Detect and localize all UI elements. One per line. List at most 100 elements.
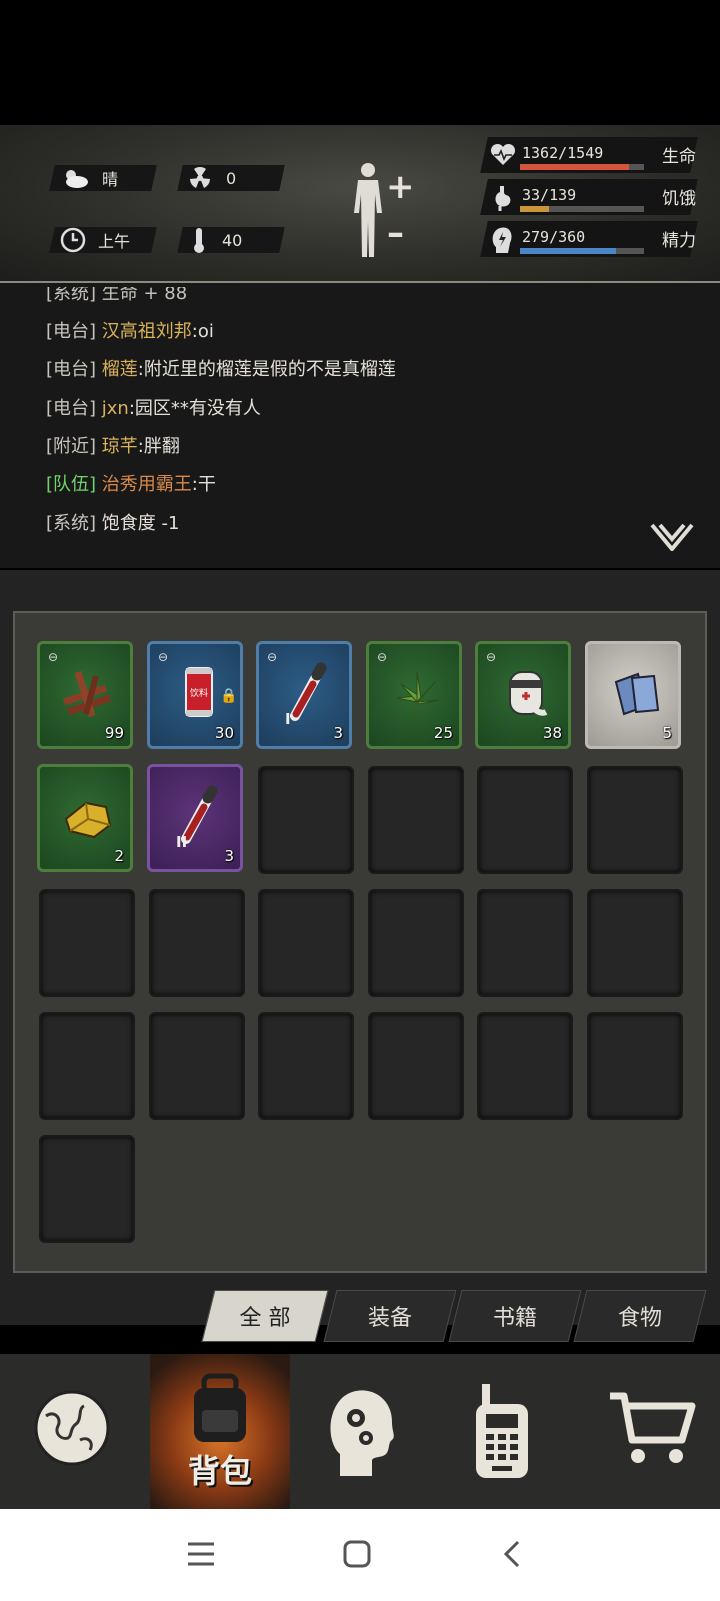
chat-partial-line: [系统] 生命 + 88 — [46, 283, 188, 304]
can-label: 饮料 — [190, 687, 208, 699]
inventory-slot[interactable]: 2 — [37, 764, 133, 872]
back-icon[interactable] — [500, 1539, 524, 1569]
weather-value: 晴 — [102, 170, 119, 189]
nav-radio-button[interactable] — [430, 1354, 570, 1509]
temperature-value: 40 — [222, 230, 243, 250]
stomach-icon — [495, 186, 511, 211]
collapse-chevron-icon[interactable] — [650, 523, 694, 551]
heart-icon — [490, 143, 516, 165]
time-value: 上午 — [98, 232, 131, 251]
inventory-slot-empty[interactable] — [477, 766, 573, 874]
chat-message: [系统] 饱食度 -1 — [46, 513, 180, 534]
head-gears-icon — [330, 1390, 394, 1476]
nav-backpack-button[interactable]: 背包 — [150, 1354, 290, 1509]
hunger-value: 33/139 — [522, 186, 577, 204]
item-qty: 3 — [333, 724, 343, 742]
body-figure-icon[interactable] — [348, 161, 388, 259]
inventory-slot[interactable]: ⊖ 25 — [366, 641, 462, 749]
home-icon[interactable] — [342, 1539, 372, 1569]
item-qty: 5 — [662, 724, 672, 742]
energy-value: 279/360 — [522, 228, 586, 246]
energy-label: 精力 — [662, 231, 696, 251]
system-nav-bar — [0, 1509, 720, 1601]
link-icon: ⊖ — [267, 650, 278, 664]
chat-message: [电台] 榴莲:附近里的榴莲是假的不是真榴莲 — [46, 359, 396, 380]
weather-chip: 晴 — [49, 165, 157, 191]
time-chip: 上午 — [49, 227, 157, 253]
chat-log[interactable]: [系统] 生命 + 88 [电台] 汉高祖刘邦:oi [电台] 榴莲:附近里的榴… — [0, 283, 720, 568]
status-panel: 晴 0 上午 40 + – 1362/1549 生命 33/139 饥饿 279… — [0, 125, 720, 283]
herb-leaf-icon — [396, 671, 440, 717]
backpack-label: 背包 — [187, 1452, 252, 1490]
lock-icon: 🔒 — [220, 688, 238, 704]
inventory-slot[interactable]: 5 — [585, 641, 681, 749]
inventory-slot[interactable]: II 3 — [147, 764, 243, 872]
inventory-slot-empty[interactable] — [587, 889, 683, 997]
gold-ore-icon — [64, 801, 112, 839]
inventory-slot[interactable]: ⊖ 99 — [37, 641, 133, 749]
item-qty: 25 — [433, 724, 453, 742]
item-qty: 30 — [214, 724, 234, 742]
health-bar — [520, 164, 644, 170]
inventory-slot-empty[interactable] — [39, 1012, 135, 1120]
hunger-label: 饥饿 — [662, 189, 696, 209]
inventory-slot-empty[interactable] — [258, 889, 354, 997]
drink-can-icon: 饮料 — [185, 667, 213, 717]
temperature-chip: 40 — [177, 227, 285, 253]
minus-icon[interactable]: – — [387, 213, 404, 253]
inventory-slot-empty[interactable] — [368, 766, 464, 874]
inventory-slot[interactable]: ⊖ I 3 — [256, 641, 352, 749]
cloth-scraps-icon — [614, 672, 660, 716]
chat-message: [电台] jxn:园区**有没有人 — [46, 398, 261, 419]
inventory-slot-empty[interactable] — [587, 766, 683, 874]
inventory-slot-empty[interactable] — [258, 766, 354, 874]
chat-message: [电台] 汉高祖刘邦:oi — [46, 321, 214, 342]
inventory-slot[interactable]: ⊖ 饮料 🔒 30 — [147, 641, 243, 749]
globe-icon — [34, 1390, 110, 1466]
item-tier: I — [285, 710, 291, 728]
inventory-slot-empty[interactable] — [368, 889, 464, 997]
inventory-slot-empty[interactable] — [149, 1012, 245, 1120]
radiation-icon — [190, 167, 210, 188]
item-qty: 3 — [224, 847, 234, 865]
hunger-bar — [520, 206, 644, 212]
health-value: 1362/1549 — [522, 144, 604, 162]
cloud-sun-icon — [66, 170, 88, 188]
head-bolt-icon — [492, 227, 512, 253]
inventory-slot-empty[interactable] — [39, 1135, 135, 1243]
nav-world-button[interactable] — [0, 1354, 140, 1509]
tab-equipment[interactable]: 装备 — [323, 1290, 457, 1342]
inventory-slot-empty[interactable] — [368, 1012, 464, 1120]
radiation-chip: 0 — [177, 165, 285, 191]
wood-sticks-icon — [62, 670, 112, 718]
nav-skills-button[interactable] — [290, 1354, 430, 1509]
nav-shop-button[interactable] — [580, 1354, 720, 1509]
inventory-slot[interactable]: ⊖ 38 — [475, 641, 571, 749]
inventory-slot-empty[interactable] — [39, 889, 135, 997]
recent-apps-icon[interactable] — [186, 1541, 216, 1567]
radiation-value: 0 — [226, 168, 237, 188]
inventory-slot-empty[interactable] — [477, 1012, 573, 1120]
link-icon: ⊖ — [48, 650, 59, 664]
inventory-slot-empty[interactable] — [258, 1012, 354, 1120]
energy-bar — [520, 248, 644, 254]
item-qty: 38 — [542, 724, 562, 742]
plus-icon[interactable]: + — [386, 167, 415, 207]
link-icon: ⊖ — [158, 650, 169, 664]
item-qty: 99 — [104, 724, 124, 742]
tab-food[interactable]: 食物 — [573, 1290, 707, 1342]
backpack-icon — [194, 1373, 246, 1442]
tab-all[interactable]: 全 部 — [201, 1290, 329, 1342]
clock-icon — [60, 227, 86, 253]
inventory-slot-empty[interactable] — [587, 1012, 683, 1120]
shopping-cart-icon — [610, 1392, 696, 1463]
thermometer-icon — [194, 228, 204, 253]
chat-message: [附近] 琼芊:胖翻 — [46, 436, 180, 457]
inventory-slot-empty[interactable] — [477, 889, 573, 997]
health-label: 生命 — [662, 147, 696, 167]
inventory-slot-empty[interactable] — [149, 889, 245, 997]
tab-books[interactable]: 书籍 — [448, 1290, 582, 1342]
bandage-icon — [509, 671, 548, 716]
item-tier: II — [176, 833, 188, 851]
link-icon: ⊖ — [486, 650, 497, 664]
